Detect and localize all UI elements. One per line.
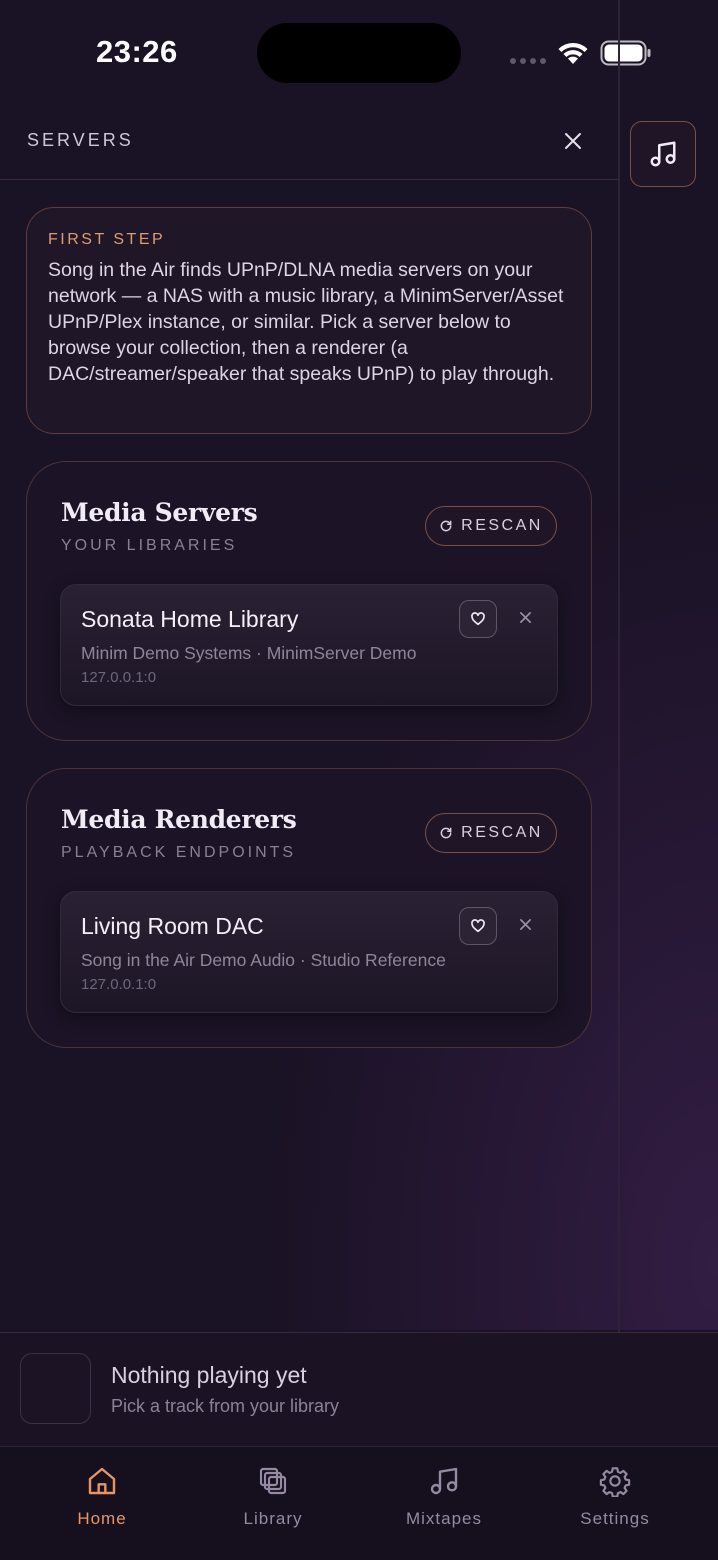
rescan-label: RESCAN: [461, 517, 543, 534]
close-icon: [519, 611, 531, 623]
page-title: SERVERS: [27, 130, 134, 150]
close-icon: [519, 918, 531, 930]
favorite-button[interactable]: [459, 907, 497, 945]
tab-label: Library: [243, 1509, 303, 1528]
cellular-signal-icon: [510, 58, 546, 64]
music-note-icon: [430, 1467, 458, 1495]
dynamic-island: [257, 23, 461, 83]
now-playing-title: Nothing playing yet: [111, 1362, 307, 1388]
now-playing-bar[interactable]: Nothing playing yet Pick a track from yo…: [0, 1332, 718, 1446]
tab-settings[interactable]: Settings: [540, 1447, 690, 1547]
media-servers-section: Media Servers YOUR LIBRARIES RESCAN Sona…: [26, 461, 592, 741]
remove-button[interactable]: [515, 914, 535, 934]
server-card[interactable]: Sonata Home Library Minim Demo Systems ·…: [60, 584, 558, 706]
device-address: 127.0.0.1:0: [81, 669, 157, 686]
tab-label: Settings: [580, 1509, 650, 1528]
now-playing-toggle-button[interactable]: [630, 121, 696, 187]
tab-bar: Home Library Mixtapes Settings: [0, 1446, 718, 1560]
media-renderers-section: Media Renderers PLAYBACK ENDPOINTS RESCA…: [26, 768, 592, 1048]
battery-icon: [600, 40, 651, 66]
rescan-label: RESCAN: [461, 824, 543, 841]
gear-icon: [599, 1467, 631, 1497]
device-meta: Minim Demo Systems · MinimServer Demo: [81, 643, 417, 663]
close-button[interactable]: [560, 128, 586, 154]
renderer-card[interactable]: Living Room DAC Song in the Air Demo Aud…: [60, 891, 558, 1013]
device-meta: Song in the Air Demo Audio · Studio Refe…: [81, 950, 446, 970]
favorite-button[interactable]: [459, 600, 497, 638]
rescan-renderers-button[interactable]: RESCAN: [425, 813, 557, 853]
section-subtitle: YOUR LIBRARIES: [61, 537, 238, 554]
section-title: Media Renderers: [61, 805, 297, 834]
tab-mixtapes[interactable]: Mixtapes: [369, 1447, 519, 1547]
remove-button[interactable]: [515, 607, 535, 627]
music-note-icon: [650, 141, 676, 167]
heart-icon: [471, 612, 485, 626]
status-time: 23:26: [96, 34, 178, 69]
first-step-text: Song in the Air finds UPnP/DLNA media se…: [48, 259, 564, 385]
device-address: 127.0.0.1:0: [81, 976, 157, 993]
tab-home[interactable]: Home: [27, 1447, 177, 1547]
header-divider: [0, 179, 618, 180]
section-subtitle: PLAYBACK ENDPOINTS: [61, 844, 297, 861]
first-step-card: FIRST STEP Song in the Air finds UPnP/DL…: [26, 207, 592, 434]
now-playing-subtitle: Pick a track from your library: [111, 1396, 340, 1416]
refresh-icon: [440, 520, 452, 532]
refresh-icon: [440, 827, 452, 839]
album-art-placeholder: [20, 1353, 91, 1424]
first-step-label: FIRST STEP: [48, 231, 166, 248]
rescan-servers-button[interactable]: RESCAN: [425, 506, 557, 546]
device-name: Sonata Home Library: [81, 606, 299, 632]
library-icon: [259, 1467, 287, 1495]
heart-icon: [471, 919, 485, 933]
drawer-edge: [618, 0, 620, 1332]
tab-label: Mixtapes: [405, 1509, 483, 1528]
section-title: Media Servers: [61, 498, 258, 527]
wifi-icon: [558, 42, 588, 64]
home-icon: [88, 1467, 116, 1495]
close-icon: [565, 133, 581, 149]
tab-label: Home: [77, 1509, 127, 1528]
device-name: Living Room DAC: [81, 913, 264, 939]
tab-library[interactable]: Library: [198, 1447, 348, 1547]
